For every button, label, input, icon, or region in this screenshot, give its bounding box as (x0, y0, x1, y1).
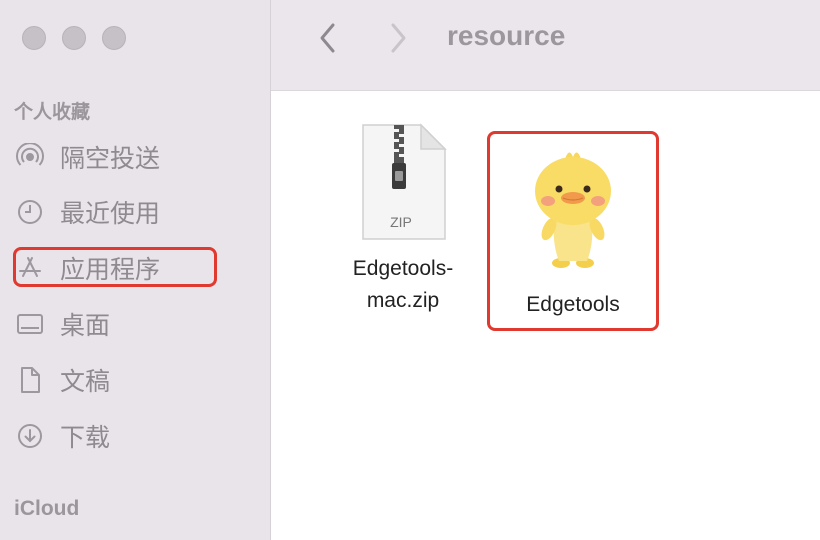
forward-button[interactable] (383, 20, 413, 56)
sidebar: 个人收藏 隔空投送 最近使用 应用程序 桌面 文稿 下载 iCloud (0, 0, 271, 540)
document-icon (16, 366, 44, 394)
sidebar-item-downloads[interactable]: 下载 (16, 416, 216, 456)
sidebar-item-label: 最近使用 (60, 199, 161, 228)
chevron-left-icon (320, 23, 335, 53)
file-name-line: mac.zip (366, 289, 440, 312)
app-highlight-box (487, 131, 659, 331)
download-icon (16, 422, 44, 450)
toolbar: resource (271, 0, 820, 91)
file-browser: ZIP Edgetools- mac.zip Edgetools (271, 91, 820, 540)
clock-icon (16, 198, 44, 226)
minimize-window-button[interactable] (62, 26, 86, 50)
applications-highlight-box (13, 247, 217, 287)
folder-title: resource (447, 20, 566, 51)
window-controls (22, 26, 126, 50)
chevron-right-icon (391, 23, 406, 53)
finder-window: 个人收藏 隔空投送 最近使用 应用程序 桌面 文稿 下载 iCloud reso… (0, 0, 820, 540)
file-name-line: Edgetools- (352, 257, 454, 280)
sidebar-item-label: 下载 (60, 423, 111, 452)
back-button[interactable] (313, 20, 343, 56)
sidebar-item-documents[interactable]: 文稿 (16, 360, 216, 400)
zip-file-icon: ZIP (357, 123, 449, 243)
desktop-icon (16, 310, 44, 338)
sidebar-item-label: 隔空投送 (60, 144, 161, 173)
zoom-window-button[interactable] (102, 26, 126, 50)
sidebar-item-desktop[interactable]: 桌面 (16, 304, 216, 344)
file-name: Edgetools- mac.zip (353, 253, 453, 317)
close-window-button[interactable] (22, 26, 46, 50)
sidebar-item-recents[interactable]: 最近使用 (16, 192, 216, 232)
file-item-zip[interactable]: ZIP Edgetools- mac.zip (329, 123, 477, 317)
zip-badge: ZIP (390, 214, 412, 230)
icloud-section-label: iCloud (14, 497, 80, 520)
airdrop-icon (16, 143, 44, 171)
sidebar-item-label: 文稿 (60, 367, 111, 396)
favorites-section-label: 个人收藏 (14, 101, 91, 123)
sidebar-item-label: 桌面 (60, 311, 111, 340)
sidebar-item-airdrop[interactable]: 隔空投送 (16, 137, 216, 177)
